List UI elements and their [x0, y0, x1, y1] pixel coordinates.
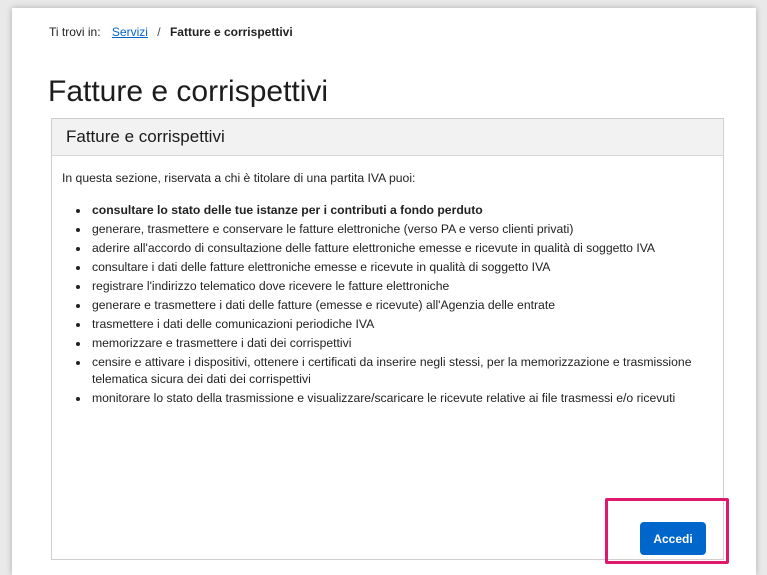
list-item: monitorare lo stato della trasmissione e…: [76, 390, 713, 408]
breadcrumb-separator: /: [157, 25, 161, 39]
list-item: censire e attivare i dispositivi, ottene…: [76, 354, 713, 389]
accedi-button[interactable]: Accedi: [640, 522, 706, 555]
breadcrumb-link-servizi[interactable]: Servizi: [112, 25, 148, 39]
list-item: trasmettere i dati delle comunicazioni p…: [76, 316, 713, 334]
service-card: Fatture e corrispettivi In questa sezion…: [51, 118, 724, 560]
breadcrumb-prefix: Ti trovi in:: [49, 25, 101, 39]
breadcrumb-current: Fatture e corrispettivi: [169, 25, 293, 39]
list-item: registrare l'indirizzo telematico dove r…: [76, 278, 713, 296]
list-item: memorizzare e trasmettere i dati dei cor…: [76, 335, 713, 353]
card-body: In questa sezione, riservata a chi è tit…: [52, 156, 723, 408]
service-list: consultare lo stato delle tue istanze pe…: [62, 202, 713, 408]
list-item: aderire all'accordo di consultazione del…: [76, 240, 713, 258]
list-item: generare, trasmettere e conservare le fa…: [76, 221, 713, 239]
page-container: Ti trovi in: Servizi / Fatture e corrisp…: [12, 8, 756, 575]
card-header: Fatture e corrispettivi: [52, 119, 723, 156]
list-item: consultare i dati delle fatture elettron…: [76, 259, 713, 277]
card-intro: In questa sezione, riservata a chi è tit…: [62, 171, 416, 185]
list-item: generare e trasmettere i dati delle fatt…: [76, 297, 713, 315]
breadcrumb: Ti trovi in: Servizi / Fatture e corrisp…: [49, 24, 293, 40]
page-title: Fatture e corrispettivi: [48, 75, 329, 108]
list-item: consultare lo stato delle tue istanze pe…: [76, 202, 713, 220]
